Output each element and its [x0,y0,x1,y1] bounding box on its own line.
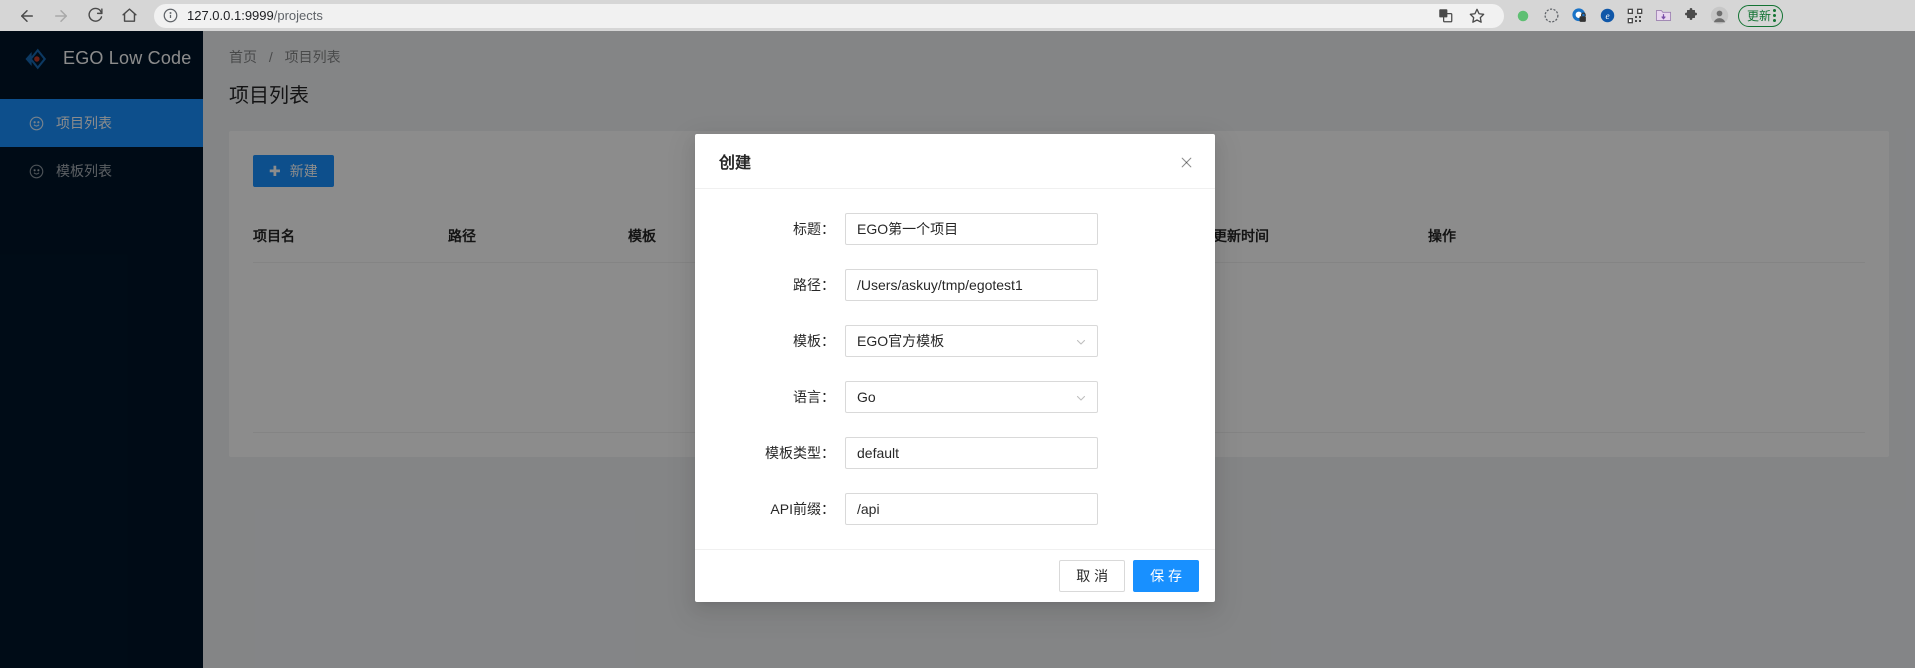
form-row-language: 语言： Go [719,381,1191,413]
label-api-prefix: API前缀： [770,501,835,517]
api-prefix-input-value: /api [857,501,880,517]
form-row-template-type: 模板类型： default [719,437,1191,469]
forward-icon[interactable] [44,2,78,30]
template-select-value: EGO官方模板 [857,333,945,349]
omnibox-right-icons [1432,3,1494,29]
close-x-icon[interactable] [1175,151,1197,173]
translate-icon[interactable] [1432,3,1458,29]
reload-icon[interactable] [78,2,112,30]
save-button[interactable]: 保 存 [1133,560,1199,592]
address-bar-host: 127.0.0.1:9999 [187,8,274,23]
template-select[interactable]: EGO官方模板 [845,325,1098,357]
address-bar-path: /projects [273,8,323,23]
address-bar-url: 127.0.0.1:9999/projects [187,8,323,23]
template-type-input-value: default [857,445,900,461]
path-input[interactable]: /Users/askuy/tmp/egotest1 [845,269,1098,301]
language-select[interactable]: Go [845,381,1098,413]
three-dot-menu-icon[interactable] [1773,9,1777,22]
svg-text:e: e [1605,11,1609,21]
title-input[interactable]: EGO第一个项目 [845,213,1098,245]
label-template: 模板： [793,333,835,349]
path-input-value: /Users/askuy/tmp/egotest1 [857,277,1023,293]
back-icon[interactable] [10,2,44,30]
home-icon[interactable] [112,2,146,30]
create-project-modal: 创建 标题： EGO第一个项目 路径： /Users/askuy/tmp/ego… [695,134,1215,602]
green-dot-extension-icon[interactable] [1510,3,1536,29]
modal-header: 创建 [695,134,1215,189]
form-row-path: 路径： /Users/askuy/tmp/egotest1 [719,269,1191,301]
dashed-circle-extension-icon[interactable] [1538,3,1564,29]
qr-code-extension-icon[interactable] [1622,3,1648,29]
folder-download-extension-icon[interactable] [1650,3,1676,29]
lock-shield-extension-icon[interactable] [1566,3,1592,29]
extension-icons: e 更新 [1510,3,1784,29]
chrome-update-label: 更新 [1747,9,1772,23]
puzzle-extensions-icon[interactable] [1678,3,1704,29]
profile-avatar-icon[interactable] [1706,3,1732,29]
chevron-down-icon [1075,391,1087,403]
language-select-value: Go [857,389,876,405]
cancel-button[interactable]: 取 消 [1059,560,1126,592]
label-language: 语言： [793,389,835,405]
chrome-update-button[interactable]: 更新 [1738,4,1784,27]
title-input-value: EGO第一个项目 [857,221,959,237]
chevron-down-icon [1075,335,1087,347]
label-path: 路径： [793,277,835,293]
form-row-title: 标题： EGO第一个项目 [719,213,1191,245]
site-info-icon[interactable] [163,8,178,23]
modal-footer: 取 消 保 存 [695,549,1215,602]
template-type-input[interactable]: default [845,437,1098,469]
api-prefix-input[interactable]: /api [845,493,1098,525]
bookmark-star-icon[interactable] [1464,3,1490,29]
label-template-type: 模板类型： [765,445,835,461]
modal-body: 标题： EGO第一个项目 路径： /Users/askuy/tmp/egotes… [695,189,1215,525]
modal-title: 创建 [719,155,752,172]
browser-toolbar: 127.0.0.1:9999/projects e 更新 [0,0,1915,31]
address-bar[interactable]: 127.0.0.1:9999/projects [154,3,1504,29]
label-title: 标题： [793,221,835,237]
form-row-api-prefix: API前缀： /api [719,493,1191,525]
navigation-buttons [10,2,146,30]
form-row-template: 模板： EGO官方模板 [719,325,1191,357]
edge-e-extension-icon[interactable]: e [1594,3,1620,29]
